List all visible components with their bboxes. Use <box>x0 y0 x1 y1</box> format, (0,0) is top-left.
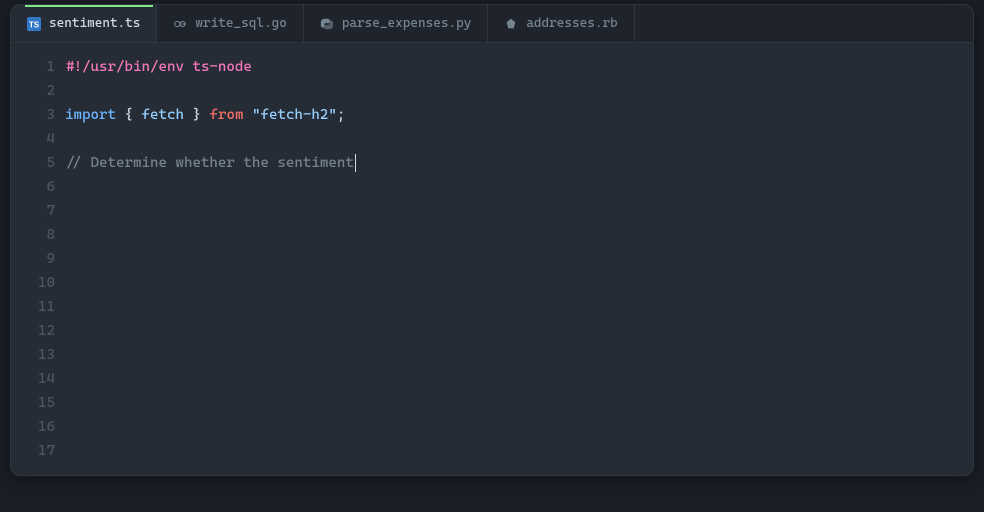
import-string: "fetch-h2" <box>252 107 337 123</box>
text-cursor <box>355 154 356 172</box>
code-line-13 <box>65 343 973 367</box>
line-number: 9 <box>11 247 55 271</box>
line-number-gutter: 1 2 3 4 5 6 7 8 9 10 11 12 13 14 15 16 1… <box>11 55 65 463</box>
editor-window: TS sentiment.ts write_sql.go parse_expen… <box>10 4 974 476</box>
line-number: 11 <box>11 295 55 319</box>
tab-sentiment-ts[interactable]: TS sentiment.ts <box>11 5 157 42</box>
code-line-2 <box>65 79 973 103</box>
code-line-7 <box>65 199 973 223</box>
code-line-12 <box>65 319 973 343</box>
space <box>243 107 252 123</box>
tab-label: write_sql.go <box>195 16 286 31</box>
code-line-14 <box>65 367 973 391</box>
tab-label: sentiment.ts <box>49 16 140 31</box>
code-line-16 <box>65 415 973 439</box>
code-area[interactable]: #!/usr/bin/env ts-node import { fetch } … <box>65 55 973 463</box>
py-file-icon <box>320 17 334 31</box>
line-number: 5 <box>11 151 55 175</box>
line-number: 15 <box>11 391 55 415</box>
ts-file-icon: TS <box>27 17 41 31</box>
code-line-8 <box>65 223 973 247</box>
line-number: 16 <box>11 415 55 439</box>
shebang: #!/usr/bin/env ts-node <box>65 59 252 75</box>
line-number: 6 <box>11 175 55 199</box>
tab-label: parse_expenses.py <box>342 16 472 31</box>
brace-close: } <box>184 107 210 123</box>
code-line-1: #!/usr/bin/env ts-node <box>65 55 973 79</box>
code-line-3: import { fetch } from "fetch-h2"; <box>65 103 973 127</box>
semicolon: ; <box>337 107 346 123</box>
code-line-17 <box>65 439 973 463</box>
rb-file-icon <box>504 17 518 31</box>
editor-body[interactable]: 1 2 3 4 5 6 7 8 9 10 11 12 13 14 15 16 1… <box>11 43 973 475</box>
code-line-9 <box>65 247 973 271</box>
line-number: 1 <box>11 55 55 79</box>
tab-write-sql-go[interactable]: write_sql.go <box>157 5 303 42</box>
line-number: 7 <box>11 199 55 223</box>
import-keyword: import <box>65 107 116 123</box>
tab-bar: TS sentiment.ts write_sql.go parse_expen… <box>11 5 973 43</box>
code-line-5: // Determine whether the sentiment <box>65 151 973 175</box>
brace-open: { <box>116 107 142 123</box>
tab-addresses-rb[interactable]: addresses.rb <box>488 5 634 42</box>
line-number: 14 <box>11 367 55 391</box>
tab-parse-expenses-py[interactable]: parse_expenses.py <box>304 5 489 42</box>
line-number: 17 <box>11 439 55 463</box>
code-line-10 <box>65 271 973 295</box>
identifier-fetch: fetch <box>141 107 183 123</box>
line-number: 12 <box>11 319 55 343</box>
line-number: 2 <box>11 79 55 103</box>
line-number: 13 <box>11 343 55 367</box>
svg-text:TS: TS <box>29 20 39 29</box>
go-file-icon <box>173 17 187 31</box>
code-line-6 <box>65 175 973 199</box>
line-number: 4 <box>11 127 55 151</box>
code-line-11 <box>65 295 973 319</box>
comment: // Determine whether the sentiment <box>65 155 354 171</box>
code-line-15 <box>65 391 973 415</box>
line-number: 8 <box>11 223 55 247</box>
tab-label: addresses.rb <box>526 16 617 31</box>
code-line-4 <box>65 127 973 151</box>
line-number: 3 <box>11 103 55 127</box>
line-number: 10 <box>11 271 55 295</box>
from-keyword: from <box>209 107 243 123</box>
